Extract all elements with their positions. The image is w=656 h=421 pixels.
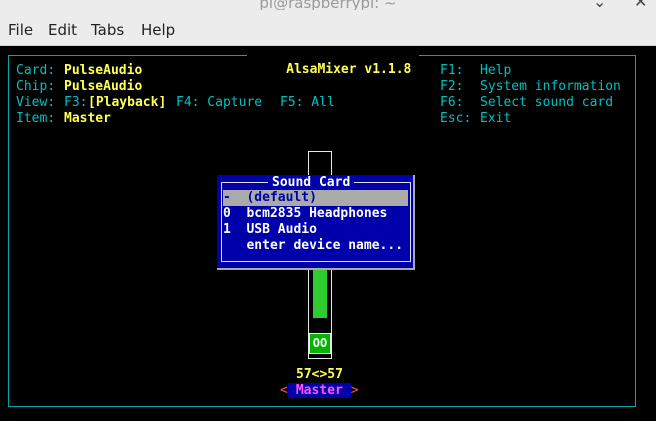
sound-card-dialog: Sound Card - (default) 0 bcm2835 Headpho… [217,175,415,270]
view-label: View: [16,95,56,110]
item-value: Master [64,111,111,126]
sound-card-option-enter-name[interactable]: enter device name... [223,238,408,254]
item-label: Item: [16,111,56,126]
card-value: PulseAudio [64,63,143,78]
chip-label: Chip: [16,79,56,94]
key-f6-action: Select sound card [480,95,614,110]
chip-value: PulseAudio [64,79,143,94]
key-esc: Esc: [440,111,472,126]
view-playback[interactable]: [Playback] [88,95,166,111]
key-esc-action: Exit [480,111,512,126]
option-label: bcm2835 Headphones [246,206,388,221]
key-f1: F1: [440,63,464,78]
card-label: Card: [16,63,56,78]
window-title: pi@raspberrypi: ~ [259,0,397,10]
channel-name: Master [287,383,351,398]
key-f6: F6: [440,95,464,110]
view-f3-key: F3: [64,95,88,110]
option-index: 0 [223,206,231,221]
master-volume-meter [313,270,327,318]
window-title-bar: pi@raspberrypi: ~ ⌄ ✕ [0,0,656,10]
menu-help[interactable]: Help [141,21,175,39]
sound-card-option-usb-audio[interactable]: 1 USB Audio [223,222,408,238]
menu-bar: File Edit Tabs Help [0,10,656,46]
key-f1-action: Help [480,63,512,78]
key-f2-action: System information [480,79,621,94]
terminal[interactable]: AlsaMixer v1.1.8 Card: PulseAudio Chip: … [0,46,656,421]
menu-tabs[interactable]: Tabs [91,21,124,39]
option-index: - [223,190,231,205]
bracket-left: < [280,383,288,398]
master-volume-value: 57<>57 [296,367,343,382]
bracket-right: > [350,383,359,398]
sound-card-option-default[interactable]: - (default) [223,190,408,206]
master-mute-toggle[interactable]: OO [309,333,331,354]
option-index: 1 [223,222,231,237]
menu-edit[interactable]: Edit [48,21,77,39]
menu-file[interactable]: File [8,21,33,39]
alsamixer-title: AlsaMixer v1.1.8 [247,46,420,94]
master-channel-label[interactable]: < Master > [280,383,359,399]
option-label: (default) [246,190,317,205]
view-capture[interactable]: F4: Capture [176,95,262,111]
option-label: enter device name... [246,238,404,253]
close-icon[interactable]: ✕ [634,0,647,10]
key-f2: F2: [440,79,464,94]
sound-card-option-headphones[interactable]: 0 bcm2835 Headphones [223,206,408,222]
dialog-title: Sound Card [268,175,355,191]
option-label: USB Audio [246,222,317,237]
view-all[interactable]: F5: All [280,95,335,111]
minimize-icon[interactable]: ⌄ [593,0,606,10]
